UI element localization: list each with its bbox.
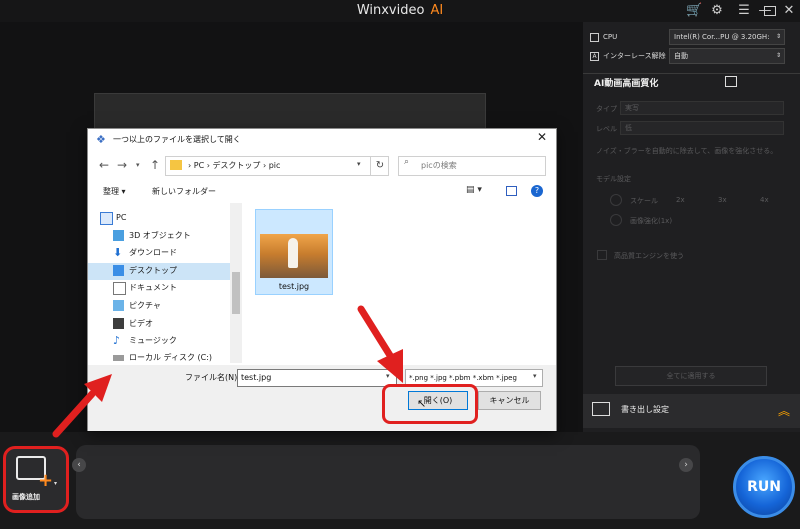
add-image-label: 画像追加: [12, 493, 40, 501]
cpu-select[interactable]: Intel(R) Cor...PU @ 3.20GH: ⇕: [669, 29, 785, 45]
disk-icon: [113, 355, 124, 361]
annotation-arrow-icon: [52, 374, 112, 438]
thumbnail-figure: [288, 238, 298, 268]
folder-icon: [170, 160, 182, 170]
menu-icon[interactable]: ☰: [736, 3, 752, 19]
type-select[interactable]: 実写: [620, 101, 784, 115]
scale-radio[interactable]: [610, 194, 622, 206]
cancel-button[interactable]: キャンセル: [478, 391, 541, 410]
refresh-icon[interactable]: ↻: [370, 157, 389, 175]
nav-item-downloads[interactable]: ⬇ ダウンロード: [113, 245, 243, 261]
chevron-up-icon[interactable]: ︽: [778, 402, 790, 419]
pc-icon: [100, 212, 113, 225]
nav-item-local-disk[interactable]: ローカル ディスク (C:): [113, 350, 243, 363]
address-dropdown-icon[interactable]: ▾: [357, 160, 361, 168]
video-icon: [113, 318, 124, 329]
deinterlace-row: A インターレース解除: [590, 48, 666, 64]
scale-3x[interactable]: 3x: [718, 196, 727, 204]
file-scrollbar[interactable]: [541, 203, 553, 363]
model-label: モデル設定: [596, 175, 631, 183]
search-icon: ⌕: [404, 157, 410, 167]
export-settings-icon: [592, 402, 610, 416]
level-select[interactable]: 低: [620, 121, 784, 135]
music-icon: ♪: [113, 334, 121, 347]
nav-item-videos[interactable]: ビデオ: [113, 316, 243, 332]
new-folder-button[interactable]: 新しいフォルダー: [152, 186, 216, 197]
cube-icon: [113, 230, 124, 241]
download-icon: ⬇: [113, 246, 123, 259]
scale-2x[interactable]: 2x: [676, 196, 685, 204]
close-icon[interactable]: ✕: [537, 130, 547, 144]
scale-label: スケール: [630, 197, 658, 205]
level-label: レベル: [596, 125, 617, 133]
nav-item-music[interactable]: ♪ ミュージック: [113, 333, 243, 349]
cpu-icon: [590, 32, 599, 42]
nav-item-pc[interactable]: PC: [100, 210, 230, 226]
app-title: Winxvideo AI: [356, 3, 444, 18]
scroll-left-icon[interactable]: ‹: [72, 458, 86, 472]
organize-button[interactable]: 整理 ▾: [103, 186, 126, 197]
nav-item-desktop[interactable]: デスクトップ: [113, 263, 243, 279]
open-button-highlight: [382, 384, 478, 424]
deinterlace-icon: A: [590, 51, 599, 61]
preview-pane-icon[interactable]: [506, 186, 517, 196]
scale-4x[interactable]: 4x: [760, 196, 769, 204]
address-bar[interactable]: › PC › デスクトップ › pic: [165, 156, 389, 176]
app-icon: ❖: [96, 133, 106, 146]
nav-scroll-thumb[interactable]: [232, 272, 240, 314]
picture-icon: [113, 300, 124, 311]
desktop-icon: [113, 265, 124, 276]
deinterlace-select[interactable]: 自動 ⇕: [669, 48, 785, 64]
forward-icon[interactable]: →: [117, 158, 127, 172]
annotation-arrow-icon: [357, 305, 403, 383]
filter-dropdown-icon[interactable]: ▾: [533, 372, 537, 380]
dialog-title: 一つ以上のファイルを選択して開く: [113, 135, 241, 144]
apply-all-button[interactable]: 全てに適用する: [615, 366, 767, 386]
ai-enhance-title: AI動画高画質化: [594, 79, 659, 89]
maximize-icon[interactable]: [764, 6, 776, 16]
export-settings-bar[interactable]: [583, 394, 800, 428]
panel-divider: [583, 73, 800, 74]
type-label: タイプ: [596, 105, 617, 113]
cart-icon[interactable]: 🛒: [686, 3, 702, 19]
scroll-right-icon[interactable]: ›: [679, 458, 693, 472]
history-dropdown-icon[interactable]: ▾: [136, 161, 140, 169]
expand-icon[interactable]: [725, 76, 737, 87]
search-input[interactable]: picの検索: [398, 156, 546, 176]
hq-checkbox[interactable]: [597, 250, 607, 260]
file-name: test.jpg: [278, 282, 310, 291]
nav-item-3d-objects[interactable]: 3D オブジェクト: [113, 228, 243, 244]
dropdown-arrow-icon[interactable]: ▾: [54, 480, 57, 487]
cpu-row: CPU: [590, 29, 617, 45]
run-button[interactable]: RUN: [733, 456, 795, 518]
up-icon[interactable]: ↑: [150, 158, 160, 172]
nav-item-pictures[interactable]: ピクチャ: [113, 298, 243, 314]
help-icon[interactable]: ?: [531, 185, 543, 197]
enhance-label: 画像強化(1x): [630, 217, 673, 225]
filename-label: ファイル名(N):: [185, 373, 240, 382]
back-icon[interactable]: ←: [99, 158, 109, 172]
plus-icon: +: [38, 470, 54, 491]
image-list-area: [76, 445, 700, 519]
view-options-icon[interactable]: ▤ ▾: [466, 185, 482, 195]
ai-description: ノイズ・ブラーを自動的に除去して、画像を強化させる。: [596, 147, 778, 155]
enhance-radio[interactable]: [610, 214, 622, 226]
close-icon[interactable]: ✕: [781, 3, 797, 19]
settings-icon[interactable]: ⚙: [709, 3, 725, 19]
nav-item-documents[interactable]: ドキュメント: [113, 280, 243, 296]
export-settings-label: 書き出し設定: [621, 405, 669, 414]
hq-label: 高品質エンジンを使う: [614, 252, 684, 260]
document-icon: [113, 282, 126, 295]
